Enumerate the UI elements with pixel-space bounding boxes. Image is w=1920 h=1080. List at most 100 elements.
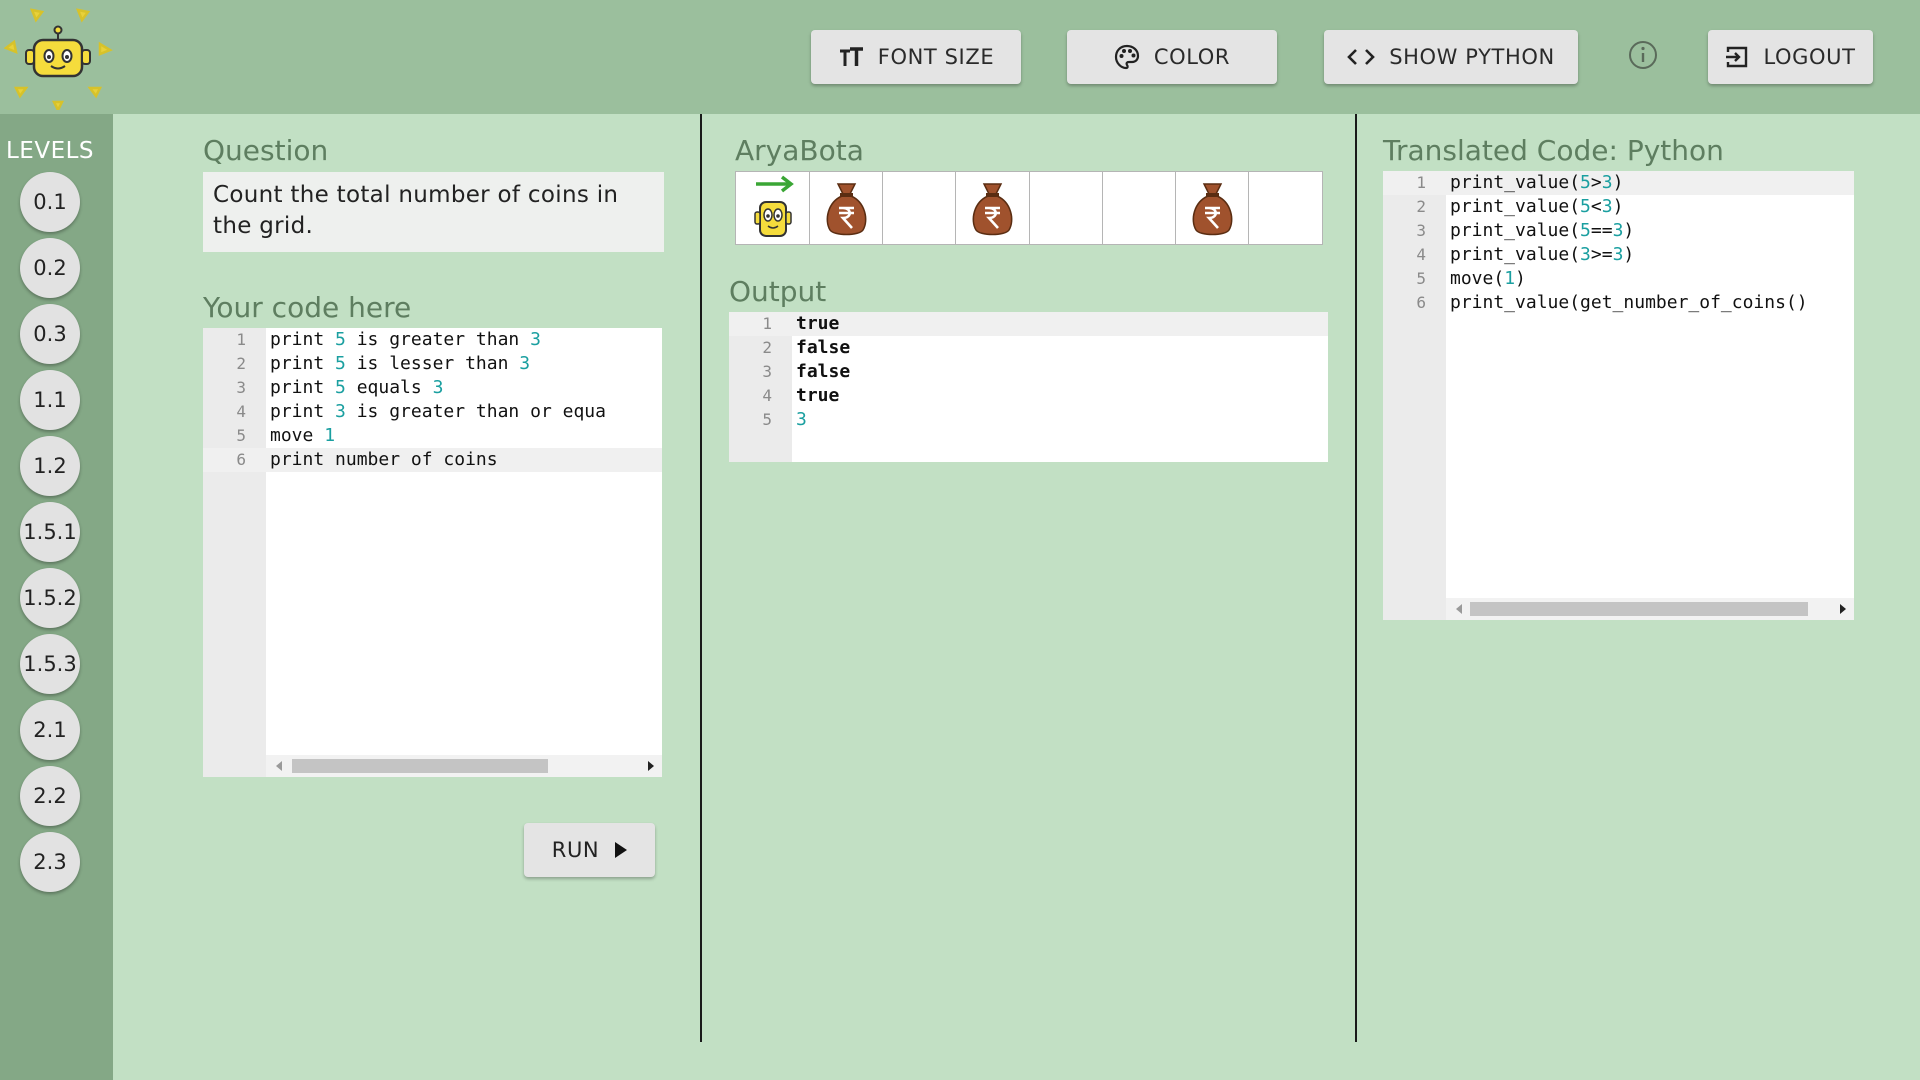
number-token: 5 — [335, 377, 346, 398]
line-number: 5 — [1416, 269, 1426, 288]
number-token: 3 — [432, 377, 444, 398]
number-token: 3 — [1612, 220, 1624, 241]
logout-icon — [1726, 46, 1748, 68]
code-token: print — [270, 329, 336, 350]
number-token: 3 — [1601, 196, 1613, 217]
code-line: false — [796, 336, 850, 360]
column-divider — [1355, 114, 1357, 1042]
level-button[interactable]: 1.5.1 — [20, 502, 80, 562]
code-token: print_value( — [1450, 172, 1581, 193]
python-code-view[interactable]: 1 print_value(5>3) 2 print_value(5<3) 3 print… — [1383, 171, 1854, 620]
code-line: move(1) — [1450, 267, 1526, 291]
code-editor[interactable]: 1 print 5 is greater than 3 2 print 5 is le… — [203, 328, 662, 777]
line-number: 1 — [236, 330, 246, 349]
code-token: ) — [1612, 172, 1624, 193]
logout-button[interactable]: LOGOUT — [1708, 30, 1873, 84]
code-line: print 5 is greater than 3 — [270, 328, 541, 352]
line-number: 6 — [1416, 293, 1426, 312]
code-line: print_value(5==3) — [1450, 219, 1634, 243]
horizontal-scrollbar[interactable] — [1446, 598, 1854, 620]
line-number: 3 — [1416, 221, 1426, 240]
number-token: 1 — [1504, 268, 1516, 289]
output-console: 1 true 2 false 3 false 4 true 5 3 — [729, 312, 1328, 462]
info-icon[interactable] — [1628, 40, 1658, 70]
question-label: Question — [203, 134, 329, 167]
level-button[interactable]: 1.1 — [20, 370, 80, 430]
grid-cell-empty — [1103, 172, 1176, 244]
code-token: print_value( — [1450, 220, 1581, 241]
code-line: true — [796, 312, 839, 336]
code-editor-label: Your code here — [203, 291, 412, 324]
level-button[interactable]: 1.5.3 — [20, 634, 80, 694]
number-token: 3 — [796, 409, 807, 430]
scroll-thumb[interactable] — [292, 759, 548, 773]
level-button[interactable]: 1.2 — [20, 436, 80, 496]
level-button[interactable]: 2.3 — [20, 832, 80, 892]
number-token: 3 — [1580, 244, 1591, 265]
line-number: 4 — [1416, 245, 1426, 264]
grid-cell-robot — [736, 172, 810, 244]
code-line: move 1 — [270, 424, 335, 448]
code-token: > — [1590, 172, 1602, 193]
rupee-money-bag-icon — [972, 183, 1013, 236]
code-token: is greater than — [345, 329, 531, 350]
grid-cell-empty — [883, 172, 956, 244]
code-token: true — [796, 385, 840, 406]
number-token: 5 — [1580, 220, 1591, 241]
code-token: move( — [1450, 268, 1505, 289]
run-button[interactable]: RUN — [524, 823, 655, 877]
line-number: 2 — [236, 354, 246, 373]
code-token: print_value(get_number_of_coins() — [1450, 292, 1808, 313]
text-size-icon — [839, 47, 863, 66]
line-number: 1 — [1416, 173, 1426, 192]
code-line: print_value(3>=3) — [1450, 243, 1634, 267]
number-token: 3 — [530, 329, 541, 350]
horizontal-scrollbar[interactable] — [266, 755, 662, 777]
code-token: print — [270, 401, 336, 422]
code-token: == — [1590, 220, 1613, 241]
number-token: 5 — [335, 353, 346, 374]
grid-cell-empty — [1249, 172, 1322, 244]
number-token: 5 — [335, 329, 346, 350]
line-number: 3 — [236, 378, 246, 397]
level-button[interactable]: 2.1 — [20, 700, 80, 760]
scroll-right-icon[interactable] — [1840, 604, 1846, 614]
show-python-label: SHOW PYTHON — [1389, 45, 1555, 69]
level-button[interactable]: 2.2 — [20, 766, 80, 826]
code-token: ) — [1515, 268, 1526, 289]
code-line: 3 — [796, 408, 807, 432]
level-button[interactable]: 0.3 — [20, 304, 80, 364]
arrow-right-icon — [756, 175, 794, 193]
scroll-left-icon[interactable] — [276, 761, 282, 771]
code-line: print_value(5>3) — [1450, 171, 1623, 195]
show-python-button[interactable]: SHOW PYTHON — [1324, 30, 1578, 84]
level-button[interactable]: 0.1 — [20, 172, 80, 232]
rupee-money-bag-icon — [1192, 183, 1232, 236]
code-token: false — [796, 337, 851, 358]
scroll-right-icon[interactable] — [648, 761, 654, 771]
code-line: false — [796, 360, 850, 384]
scroll-left-icon[interactable] — [1456, 604, 1462, 614]
line-number: 5 — [236, 426, 246, 445]
python-label: Translated Code: Python — [1383, 134, 1724, 167]
grid-cell-coin — [1176, 172, 1249, 244]
number-token: 5 — [1580, 196, 1591, 217]
code-token: >= — [1590, 244, 1613, 265]
line-number: 5 — [762, 410, 772, 429]
level-button[interactable]: 0.2 — [20, 238, 80, 298]
sun-robot-logo — [4, 8, 113, 110]
code-line: print_value(get_number_of_coins() — [1450, 291, 1808, 315]
code-line: true — [796, 384, 839, 408]
number-token: 1 — [324, 425, 336, 446]
font-size-button[interactable]: FONT SIZE — [811, 30, 1021, 84]
color-button[interactable]: COLOR — [1067, 30, 1277, 84]
number-token: 3 — [1601, 172, 1613, 193]
scroll-thumb[interactable] — [1470, 602, 1808, 616]
question-text: Count the total number of coins in the g… — [203, 172, 664, 252]
rupee-money-bag-icon — [826, 183, 866, 236]
code-line: print 3 is greater than or equa — [270, 400, 606, 424]
level-button[interactable]: 1.5.2 — [20, 568, 80, 628]
number-token: 3 — [519, 353, 531, 374]
code-line: print 5 is lesser than 3 — [270, 352, 530, 376]
grid-cell-empty — [1030, 172, 1103, 244]
